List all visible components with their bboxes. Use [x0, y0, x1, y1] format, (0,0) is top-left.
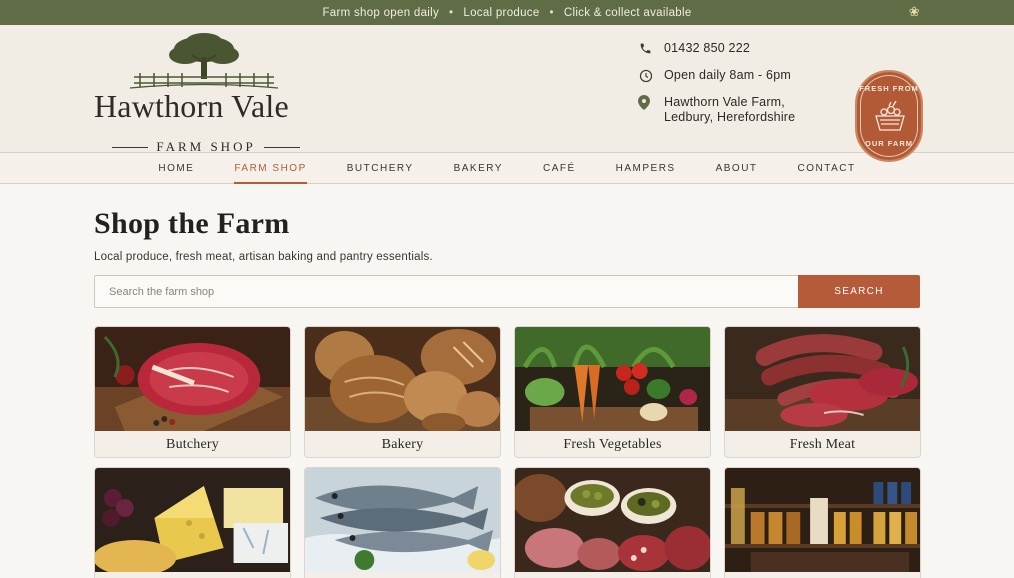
sausages-image — [725, 327, 920, 431]
category-label — [725, 572, 920, 578]
announcement-bar: Farm shop open daily • Local produce • C… — [0, 0, 1014, 25]
logo-subtitle: FARM SHOP — [94, 139, 318, 154]
basket-icon — [875, 100, 905, 131]
category-label: Fresh Meat — [789, 437, 856, 452]
nav-contact[interactable]: CONTACT — [778, 153, 876, 184]
category-card-deli[interactable] — [514, 467, 711, 578]
category-grid: Butchery Bakery Fresh Vegetables Fresh M… — [94, 326, 921, 578]
nav-home[interactable]: HOME — [138, 153, 214, 184]
contact-address: Hawthorn Vale Farm, Ledbury, Herefordshi… — [638, 95, 795, 125]
category-card-cheese[interactable] — [94, 467, 291, 578]
site-logo[interactable]: Hawthorn Vale FARM SHOP — [94, 33, 318, 154]
clock-icon — [638, 68, 653, 83]
announcement-local-produce: Local produce — [463, 6, 540, 19]
category-label — [305, 572, 500, 578]
category-label: Butchery — [166, 437, 219, 452]
nav-cafe[interactable]: CAFÉ — [523, 153, 596, 184]
main-navigation: HOME FARM SHOP BUTCHERY BAKERY CAFÉ HAMP… — [0, 153, 1014, 184]
page-title: Shop the Farm — [94, 207, 290, 240]
category-card-butchery[interactable]: Butchery — [94, 326, 291, 458]
badge-bottom-text: OUR FARM — [865, 139, 913, 148]
pantry-image — [725, 468, 920, 572]
category-label — [515, 572, 710, 578]
announcement-open-daily: Farm shop open daily — [322, 6, 440, 19]
opening-hours: Open daily 8am - 6pm — [664, 68, 791, 82]
fresh-from-farm-badge: FRESH FROM OUR FARM — [855, 70, 923, 162]
flower-icon: ❀ — [908, 4, 920, 19]
logo-rule — [112, 146, 149, 148]
vegetables-image — [515, 327, 710, 431]
nav-about[interactable]: ABOUT — [696, 153, 778, 184]
category-label — [95, 572, 290, 578]
category-card-fresh-vegetables[interactable]: Fresh Vegetables — [514, 326, 711, 458]
logo-name: Hawthorn Vale — [94, 88, 289, 124]
category-label: Bakery — [381, 437, 424, 452]
category-card-fish[interactable] — [304, 467, 501, 578]
deli-image — [515, 468, 710, 572]
nav-bakery[interactable]: BAKERY — [434, 153, 523, 184]
contact-info: 01432 850 222 Open daily 8am - 6pm Hawth… — [638, 41, 795, 137]
phone-number: 01432 850 222 — [664, 41, 751, 55]
announcement-click-collect: Click & collect available — [563, 6, 692, 19]
announcement-separator: • — [449, 6, 454, 19]
category-label: Fresh Vegetables — [563, 437, 662, 452]
search-bar: SEARCH — [94, 275, 920, 308]
contact-phone[interactable]: 01432 850 222 — [638, 41, 795, 56]
fish-image — [305, 468, 500, 572]
map-pin-icon — [638, 95, 653, 110]
category-card-fresh-meat[interactable]: Fresh Meat — [724, 326, 921, 458]
search-button[interactable]: SEARCH — [798, 275, 920, 308]
bread-image — [305, 327, 500, 431]
search-input[interactable] — [94, 275, 798, 308]
announcement-separator: • — [549, 6, 554, 19]
address-line-1: Hawthorn Vale Farm, — [664, 95, 785, 109]
badge-top-text: FRESH FROM — [859, 84, 919, 93]
nav-hampers[interactable]: HAMPERS — [596, 153, 696, 184]
cheese-image — [95, 468, 290, 572]
shop-main: Shop the Farm Local produce, fresh meat,… — [94, 207, 921, 578]
page-lead: Local produce, fresh meat, artisan bakin… — [94, 251, 433, 263]
nav-butchery[interactable]: BUTCHERY — [327, 153, 434, 184]
tree-logo-icon — [130, 33, 278, 89]
category-card-bakery[interactable]: Bakery — [304, 326, 501, 458]
site-header: Hawthorn Vale FARM SHOP 01432 850 222 Op… — [0, 25, 1014, 162]
steak-image — [95, 327, 290, 431]
contact-hours: Open daily 8am - 6pm — [638, 68, 795, 83]
address-line-2: Ledbury, Herefordshire — [664, 110, 796, 124]
nav-farm-shop[interactable]: FARM SHOP — [214, 153, 326, 184]
phone-icon — [638, 41, 653, 56]
logo-rule — [263, 146, 300, 148]
category-card-pantry[interactable] — [724, 467, 921, 578]
